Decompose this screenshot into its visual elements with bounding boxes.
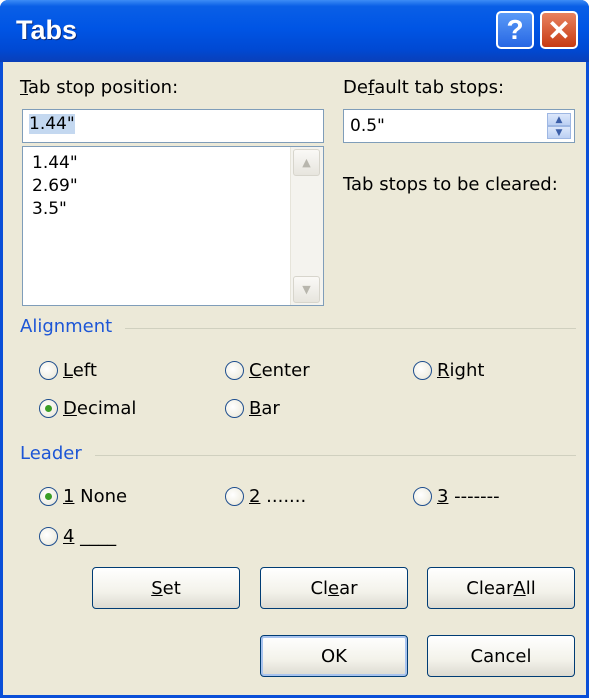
radio-circle: [225, 399, 244, 418]
spin-control[interactable]: ▲ ▼: [547, 113, 571, 139]
leader-underline-radio[interactable]: 4 ____: [39, 526, 116, 547]
tabs-dialog: Tabs ? ✕ Tab stop position: 1.44" 1.44" …: [0, 0, 589, 698]
tab-stops-to-be-cleared-label: Tab stops to be cleared:: [343, 174, 558, 195]
radio-circle: [39, 527, 58, 546]
radio-label: Center: [249, 360, 310, 381]
radio-label: Decimal: [63, 398, 137, 419]
spin-down-icon[interactable]: ▼: [547, 126, 571, 139]
radio-label: 2 .......: [249, 486, 307, 507]
radio-circle: [413, 361, 432, 380]
alignment-right-radio[interactable]: Right: [413, 360, 484, 381]
list-scrollbar[interactable]: ▲ ▼: [290, 147, 323, 305]
help-button[interactable]: ?: [496, 11, 534, 49]
radio-circle-selected: [39, 399, 58, 418]
radio-label: Bar: [249, 398, 280, 419]
default-tab-stops-spinbox[interactable]: 0.5" ▲ ▼: [343, 109, 575, 143]
scroll-up-icon[interactable]: ▲: [293, 149, 320, 176]
scroll-down-icon[interactable]: ▼: [293, 276, 320, 303]
radio-label: 1 None: [63, 486, 128, 507]
close-button[interactable]: ✕: [540, 11, 578, 49]
alignment-left-radio[interactable]: Left: [39, 360, 97, 381]
default-tab-stops-label: Default tab stops:: [343, 77, 505, 98]
radio-circle: [413, 487, 432, 506]
alignment-center-radio[interactable]: Center: [225, 360, 310, 381]
cancel-button[interactable]: Cancel: [427, 635, 575, 677]
leader-dashes-radio[interactable]: 3 -------: [413, 486, 500, 507]
dialog-title: Tabs: [16, 15, 78, 45]
leader-divider: [95, 455, 576, 456]
spin-up-icon[interactable]: ▲: [547, 113, 571, 126]
list-item[interactable]: 1.44": [32, 153, 78, 173]
leader-dots-radio[interactable]: 2 .......: [225, 486, 306, 507]
alignment-divider: [125, 328, 576, 329]
radio-label: Right: [437, 360, 485, 381]
radio-circle: [39, 361, 58, 380]
alignment-decimal-radio[interactable]: Decimal: [39, 398, 136, 419]
radio-label: Left: [63, 360, 97, 381]
list-item[interactable]: 3.5": [32, 199, 67, 219]
radio-label: 3 -------: [437, 486, 500, 507]
leader-group-title: Leader: [20, 443, 82, 464]
tab-stop-position-input[interactable]: 1.44": [22, 109, 324, 143]
tab-stop-position-label: Tab stop position:: [20, 77, 179, 98]
set-button[interactable]: Set: [92, 567, 240, 609]
title-bar[interactable]: Tabs ? ✕: [0, 0, 589, 62]
radio-circle: [225, 487, 244, 506]
radio-circle: [225, 361, 244, 380]
radio-label: 4 ____: [63, 526, 117, 547]
clear-button[interactable]: Cl e ar: [260, 567, 408, 609]
default-tab-stops-value: 0.5": [350, 116, 385, 136]
tab-stops-list[interactable]: 1.44" 2.69" 3.5" ▲ ▼: [22, 146, 324, 306]
list-item[interactable]: 2.69": [32, 176, 78, 196]
alignment-bar-radio[interactable]: Bar: [225, 398, 280, 419]
alignment-group-title: Alignment: [20, 316, 113, 337]
clear-all-button[interactable]: Clear All: [427, 567, 575, 609]
ok-button[interactable]: OK: [260, 635, 408, 677]
radio-circle-selected: [39, 487, 58, 506]
leader-none-radio[interactable]: 1 None: [39, 486, 127, 507]
